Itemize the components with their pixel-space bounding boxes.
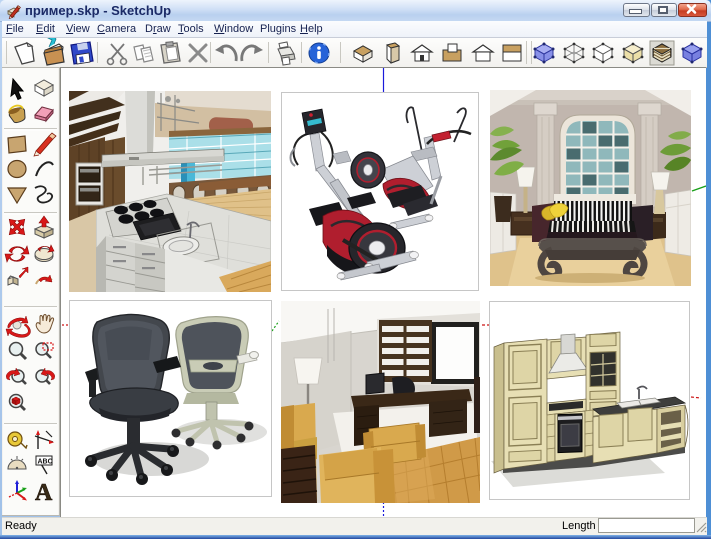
svg-text:A: A	[35, 480, 53, 506]
svg-text:ABC: ABC	[38, 459, 53, 466]
